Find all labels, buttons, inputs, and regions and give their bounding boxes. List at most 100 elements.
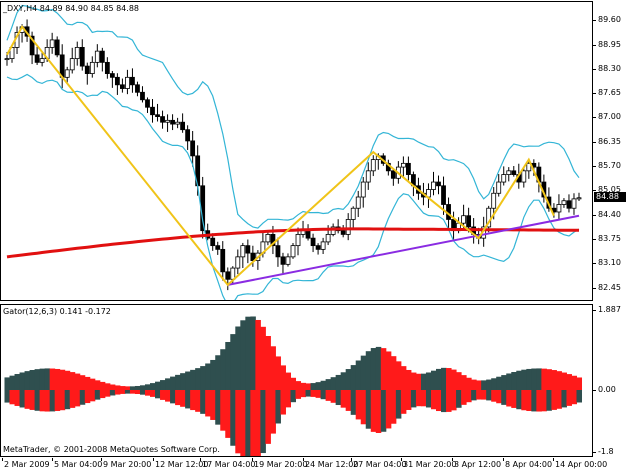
gator-upper-bar [340,372,347,390]
indicator-header: Gator(12,6,3) 0.141 -0.172 [3,307,111,316]
gator-lower-bar [104,390,111,397]
price-tick-label: 88.95 [598,39,621,49]
gator-upper-bar [436,368,442,390]
gator-lower-bar [405,390,412,410]
candle-body [140,91,145,101]
gator-upper-bar [14,374,21,390]
gator-lower-bar [109,390,116,396]
gator-lower-bar [436,390,442,412]
price-tick-mark [593,239,596,241]
gator-upper-bar [205,363,211,390]
gator-lower-bar [461,390,467,405]
gator-upper-bar [405,369,412,390]
candle-body [220,248,226,273]
price-chart-canvas [4,4,582,300]
gator-lower-bar [230,390,236,446]
gator-upper-bar [170,376,176,390]
gator-upper-bar [64,370,71,390]
candle-body [315,245,321,250]
gator-lower-bar [9,390,16,405]
time-tick-label: 24 Mar 12:00 [305,460,359,469]
candle-body [104,61,110,74]
gator-upper-bar [305,383,312,390]
price-chart-pane[interactable]: _DXY,H4 84.89 84.90 84.85 84.88 [0,1,593,301]
gator-upper-bar [571,375,577,390]
high-value: 84.90 [65,4,89,13]
gator-upper-bar [350,365,357,390]
gator-lower-bar [195,390,201,412]
candle-body [511,170,517,175]
gator-lower-bar [511,390,517,408]
candle-body [556,204,562,213]
gator-upper-bar [310,383,317,390]
gator-lower-bar [506,390,512,407]
candle-body [99,50,105,63]
indicator-tick-mark [593,390,596,391]
gator-lower-bar [64,390,71,410]
candle-body [120,84,125,89]
time-tick-mark [351,458,352,461]
gator-upper-bar [576,377,583,390]
gator-upper-bar [556,371,562,390]
candle-body [340,230,346,235]
gator-lower-bar [571,390,577,405]
gator-lower-bar [305,390,312,397]
gator-lower-bar [415,390,422,407]
gator-upper-bar [270,346,276,390]
gator-upper-bar [59,369,66,390]
indicator-axis: 1.887 0.00 -1.8 [593,304,627,458]
time-tick-label: 14 Apr 00:00 [555,460,608,469]
gator-upper-bar [114,385,121,390]
price-tick-mark [593,214,596,216]
gator-upper-bar [195,368,201,390]
gator-lower-bar [451,390,457,411]
gator-lower-bar [496,390,502,404]
gator-upper-bar [54,368,61,390]
gator-upper-bar [506,373,512,390]
gator-upper-bar [109,384,116,390]
time-tick-mark [101,458,102,461]
time-axis: 2 Mar 2009 5 Mar 04:00 9 Mar 20:00 12 Mar 1… [0,458,607,470]
gator-lower-bar [4,390,11,403]
gator-upper-bar [144,384,151,390]
gator-lower-bar [270,390,276,434]
gator-upper-bar [230,334,236,390]
candle-body [170,119,175,125]
gator-lower-bar [245,390,251,456]
gator-upper-bar [185,371,191,390]
gator-lower-bar [385,390,392,429]
gator-upper-bar [124,386,131,390]
candle-body [175,121,180,125]
gator-indicator-pane[interactable]: Gator(12,6,3) 0.141 -0.172 MetaTrader, ©… [0,304,593,457]
gator-lower-bar [14,390,21,406]
gator-lower-bar [446,390,452,412]
gator-upper-bar [541,368,547,390]
gator-lower-bar [430,390,437,410]
gator-lower-bar [260,390,266,454]
gator-upper-bar [265,335,271,390]
candle-body [240,245,246,258]
gator-lower-bar [365,390,372,429]
gator-lower-bar [491,390,497,402]
candle-body [461,215,466,224]
gator-upper-bar [466,377,472,390]
gator-lower-bar [150,390,156,397]
candle-body [39,58,45,63]
candle-body [280,256,286,265]
chart-header: _DXY,H4 84.89 84.90 84.85 84.88 [3,4,139,13]
gator-upper-bar [275,356,281,390]
gator-lower-bar [556,390,562,409]
candle-body [265,234,271,243]
gator-upper-bar [39,368,46,390]
time-tick-mark [401,458,402,461]
gator-upper-bar [29,370,36,390]
gator-upper-bar [79,375,86,390]
gator-lower-bar [155,390,161,399]
candle-body [521,170,527,183]
gator-lower-bar [79,390,86,405]
gator-lower-bar [29,390,36,410]
gator-lower-bar [345,390,352,411]
time-tick-mark [503,458,504,461]
gator-upper-bar [481,380,487,390]
gator-upper-bar [471,379,477,390]
